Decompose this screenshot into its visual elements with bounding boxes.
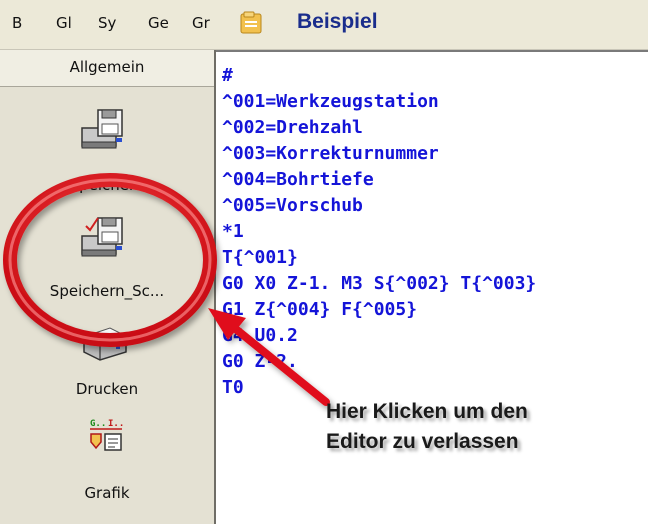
code-line: ^002=Drehzahl bbox=[222, 117, 363, 138]
graphic-icon: G.. I.. bbox=[90, 419, 124, 451]
svg-text:I..: I.. bbox=[108, 419, 124, 429]
code-line: G0 Z-2. bbox=[222, 351, 298, 372]
code-line: G1 Z{^004} F{^005} bbox=[222, 299, 418, 320]
menu-item-b[interactable]: B bbox=[12, 14, 22, 32]
document-title: Beispiel bbox=[297, 10, 378, 33]
code-line: ^003=Korrekturnummer bbox=[222, 143, 439, 164]
save-disk-icon bbox=[81, 109, 123, 149]
svg-text:G..: G.. bbox=[90, 419, 106, 429]
sidebar: Allgemein Speichern Speichern_Sc... Druc… bbox=[0, 50, 216, 524]
save-disk-check-icon bbox=[81, 217, 123, 257]
toolbar: B Gl Sy Ge Gr Beispiel bbox=[0, 0, 648, 50]
code-line: T{^001} bbox=[222, 247, 298, 268]
sidebar-item-label: Speichern_Sc... bbox=[49, 282, 165, 300]
menu-item-gl[interactable]: Gl bbox=[56, 14, 72, 32]
code-line: T0 bbox=[222, 377, 244, 398]
sidebar-item-label: Grafik bbox=[84, 484, 130, 502]
menu-item-sy[interactable]: Sy bbox=[98, 14, 116, 32]
menu-item-gr[interactable]: Gr bbox=[192, 14, 210, 32]
printer-icon bbox=[83, 327, 127, 361]
code-line: G4 U0.2 bbox=[222, 325, 298, 346]
code-line: G0 X0 Z-1. M3 S{^002} T{^003} bbox=[222, 273, 537, 294]
callout-line-1: Hier Klicken um den bbox=[326, 400, 528, 423]
code-line: ^001=Werkzeugstation bbox=[222, 91, 439, 112]
code-line: # bbox=[222, 65, 233, 86]
code-line: *1 bbox=[222, 221, 244, 242]
sidebar-item-label: Speichern bbox=[69, 176, 145, 194]
sidebar-item-label: Drucken bbox=[75, 380, 139, 398]
sidebar-header-allgemein[interactable]: Allgemein bbox=[0, 50, 214, 87]
menu-item-ge[interactable]: Ge bbox=[148, 14, 169, 32]
code-line: ^004=Bohrtiefe bbox=[222, 169, 374, 190]
folder-icon[interactable] bbox=[240, 11, 262, 35]
callout-line-2: Editor zu verlassen bbox=[326, 430, 519, 453]
code-line: ^005=Vorschub bbox=[222, 195, 363, 216]
